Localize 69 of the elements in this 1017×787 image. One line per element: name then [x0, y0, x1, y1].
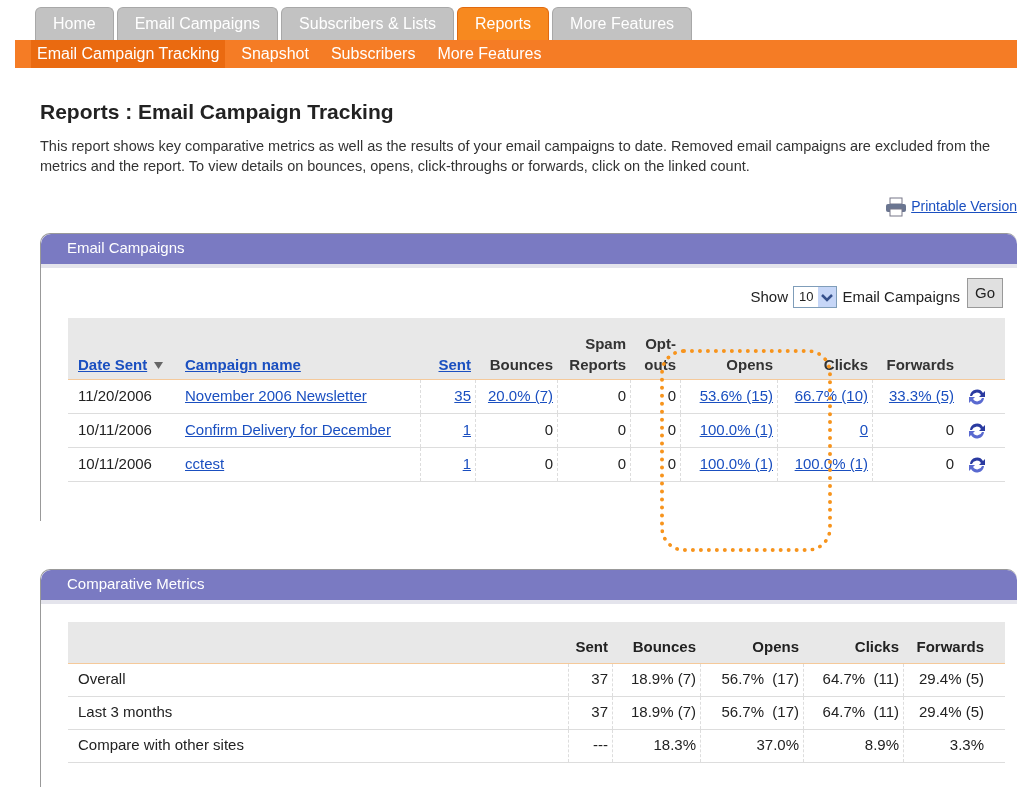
page-title: Reports : Email Campaign Tracking — [40, 99, 395, 125]
table-cell-text: 11/20/2006 — [78, 386, 152, 407]
show-count-select[interactable]: 10 — [792, 285, 838, 308]
panel-title: Email Campaigns — [67, 238, 185, 259]
table-cell-text: 56.7% (17) — [721, 669, 799, 690]
column-header: Forwards — [886, 355, 954, 375]
column-header[interactable]: Date Sent — [78, 354, 148, 375]
column-header: Spam Reports — [568, 334, 626, 375]
table-cell[interactable]: 0 — [859, 419, 868, 442]
table-cell[interactable]: 1 — [462, 419, 471, 442]
table-cell-text: 0 — [617, 386, 626, 407]
column-header[interactable]: Sent — [438, 354, 471, 375]
column-header: Opt-outs — [643, 334, 676, 375]
row-label: Overall — [78, 670, 126, 688]
go-button[interactable]: Go — [967, 277, 1003, 308]
table-cell[interactable]: 100.0% (1) — [699, 419, 773, 442]
column-header: Clicks — [823, 355, 868, 375]
table-cell[interactable]: 100.0% (1) — [699, 453, 773, 476]
row-label: Last 3 months — [78, 703, 173, 721]
table-cell[interactable]: 33.3% (5) — [888, 385, 954, 408]
show-label: Show — [750, 286, 788, 307]
table-cell-text: 18.3% — [653, 735, 696, 756]
column-header: Opens — [752, 637, 799, 657]
table-cell-text: 0 — [945, 454, 954, 475]
table-cell[interactable]: cctest — [185, 453, 225, 476]
table-cell[interactable]: Confirm Delivery for December — [185, 419, 391, 442]
printer-icon — [885, 196, 908, 217]
table-cell-text: 0 — [544, 420, 553, 441]
table-cell[interactable]: November 2006 Newsletter — [185, 385, 367, 408]
table-cell-text: 64.7% (11) — [822, 702, 899, 723]
table-cell-text: 64.7% (11) — [822, 669, 899, 690]
table-cell-text: 8.9% — [864, 735, 899, 756]
column-header: Bounces — [489, 355, 553, 375]
table-cell-text: 0 — [945, 420, 954, 441]
row-label: Compare with other sites — [78, 736, 244, 754]
table-cell-text: 29.4% (5) — [918, 669, 984, 690]
table-cell-text: 0 — [667, 386, 676, 407]
panel-title: Comparative Metrics — [67, 574, 205, 595]
table-cell-text: 56.7% (17) — [721, 702, 799, 723]
column-header[interactable]: Campaign name — [185, 354, 301, 375]
table-cell-text: 29.4% (5) — [918, 702, 984, 723]
table-cell[interactable]: 53.6% (15) — [699, 385, 773, 408]
table-cell-text: --- — [593, 735, 608, 756]
table-cell-text: 0 — [544, 454, 553, 475]
show-suffix-label: Email Campaigns — [842, 286, 960, 307]
table-cell[interactable]: 20.0% (7) — [487, 385, 553, 408]
column-header: Bounces — [632, 637, 696, 657]
column-header: Sent — [575, 637, 608, 657]
table-cell[interactable]: 66.7% (10) — [794, 385, 868, 408]
table-cell-text: 0 — [617, 420, 626, 441]
table-cell-text: 37.0% — [756, 735, 799, 756]
table-cell-text: 10/11/2006 — [78, 454, 152, 475]
column-header: Forwards — [916, 637, 984, 657]
column-header: Clicks — [854, 637, 899, 657]
table-cell-text: 18.9% (7) — [630, 669, 696, 690]
table-cell-text: 37 — [591, 669, 608, 690]
report-description: This report shows key comparative metrics as well as the results of your email campaigns to date. Removed email campaigns are excluded from the metrics and the report. To view details on bounces, opens, click-throughs or forwards, click on the linked count. — [40, 136, 992, 176]
table-cell-text: 0 — [667, 454, 676, 475]
table-cell-text: 0 — [617, 454, 626, 475]
table-cell[interactable]: 100.0% (1) — [794, 453, 868, 476]
table-cell-text: 3.3% — [949, 735, 984, 756]
table-cell[interactable]: 35 — [454, 385, 471, 408]
table-cell-text: 10/11/2006 — [78, 420, 152, 441]
column-header: Opens — [726, 355, 773, 375]
table-cell[interactable]: 1 — [462, 453, 471, 476]
table-cell-text: 37 — [591, 702, 608, 723]
printable-version-link[interactable]: Printable Version — [911, 196, 1017, 217]
table-cell-text: 0 — [667, 420, 676, 441]
table-cell-text: 18.9% (7) — [630, 702, 696, 723]
